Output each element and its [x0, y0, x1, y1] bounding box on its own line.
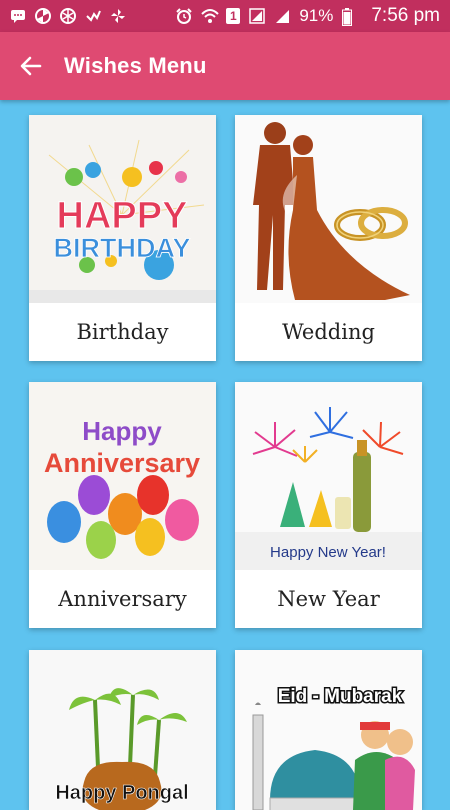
card-eid[interactable]: Eid - Mubarak [235, 650, 422, 810]
anniversary-image: Happy Anniversary [29, 382, 216, 570]
wedding-image [235, 115, 422, 303]
status-bar: 1 91% 7:56 pm [0, 0, 450, 32]
pinwheel-icon [35, 8, 51, 24]
sim-icon: 1 [226, 8, 241, 24]
app-bar: Wishes Menu [0, 32, 450, 100]
new-year-image-text: Happy New Year! [270, 544, 386, 561]
card-label: New Year [235, 570, 422, 628]
notification-icons [10, 8, 126, 24]
aperture-icon [60, 8, 76, 24]
card-label: Birthday [29, 303, 216, 361]
birthday-birthday-text: BIRTHDAY [53, 233, 190, 263]
card-anniversary[interactable]: Happy Anniversary Anniversary [29, 382, 216, 628]
wifi-icon [201, 8, 220, 24]
signal-icon-2 [274, 8, 290, 24]
card-wedding[interactable]: Wedding [235, 115, 422, 361]
card-pongal[interactable]: Happy Pongal [29, 650, 216, 810]
clock: 7:56 pm [371, 5, 440, 26]
card-label: Anniversary [29, 570, 216, 628]
pongal-image: Happy Pongal [29, 650, 216, 810]
eid-image: Eid - Mubarak [235, 650, 422, 810]
birthday-image: HAPPY BIRTHDAY [29, 115, 216, 303]
system-icons: 1 91% 7:56 pm [176, 5, 440, 27]
page-title: Wishes Menu [64, 53, 207, 78]
birthday-happy-text: HAPPY [57, 195, 188, 237]
eid-image-text: Eid - Mubarak [278, 686, 403, 707]
battery-icon [342, 8, 358, 26]
check-icon [85, 8, 101, 24]
card-new-year[interactable]: Happy New Year! New Year [235, 382, 422, 628]
signal-icon [249, 8, 266, 24]
alarm-icon [176, 8, 193, 24]
card-label: Wedding [235, 303, 422, 361]
new-year-image: Happy New Year! [235, 382, 422, 570]
anniversary-anniversary-text: Anniversary [44, 448, 200, 478]
back-arrow-icon [20, 56, 42, 76]
battery-percent: 91% [299, 6, 334, 25]
fan-icon [110, 8, 126, 24]
anniversary-happy-text: Happy [82, 416, 162, 446]
card-birthday[interactable]: HAPPY BIRTHDAY Birthday [29, 115, 216, 361]
back-button[interactable] [16, 51, 46, 81]
message-icon [10, 8, 26, 24]
pongal-image-text: Happy Pongal [55, 782, 188, 804]
